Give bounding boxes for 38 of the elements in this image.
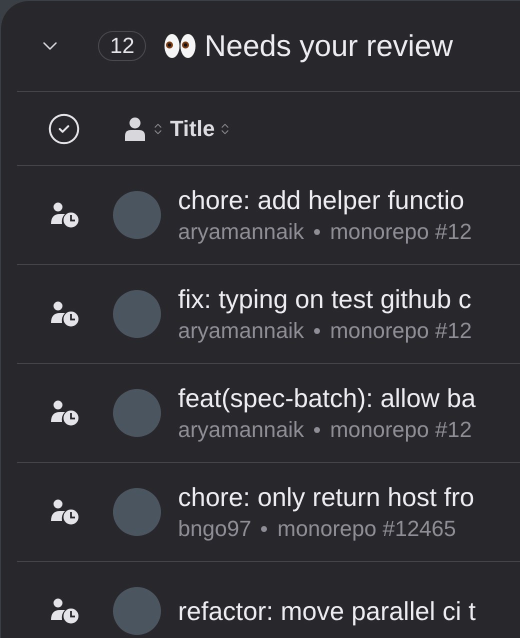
person-clock-icon — [51, 202, 79, 228]
person-clock-icon — [51, 301, 79, 327]
author-name: aryamannaik — [178, 317, 304, 345]
person-icon[interactable] — [125, 116, 145, 140]
bullet-icon — [261, 526, 268, 532]
repository-reference: monorepo #12 — [330, 416, 472, 444]
pull-request-row[interactable]: refactor: move parallel ci t — [1, 562, 520, 638]
count-badge: 12 — [98, 31, 146, 61]
person-clock-icon — [51, 598, 79, 624]
pull-request-title: fix: typing on test github c — [178, 283, 472, 316]
author-name: bngo97 — [178, 515, 252, 543]
column-header[interactable]: Title — [170, 112, 215, 145]
repository-reference: monorepo #12465 — [277, 515, 456, 543]
pull-request-row[interactable]: feat(spec-batch): allow ba aryamannaik monorepo #12 — [1, 364, 520, 462]
pull-request-title: chore: only return host fro — [178, 481, 474, 514]
pull-request-title: chore: add helper functio — [178, 184, 466, 217]
avatar — [113, 488, 161, 536]
bullet-icon — [314, 427, 320, 433]
avatar — [113, 290, 161, 338]
bullet-icon — [314, 229, 320, 235]
person-clock-icon — [51, 499, 79, 525]
person-clock-icon — [51, 400, 79, 426]
author-name: aryamannaik — [178, 416, 304, 444]
avatar — [113, 587, 161, 635]
pull-request-title: refactor: move parallel ci t — [178, 595, 476, 628]
avatar — [113, 191, 161, 239]
pull-request-title: feat(spec-batch): allow ba — [178, 382, 476, 415]
bullet-icon — [314, 328, 320, 334]
pull-request-row[interactable]: fix: typing on test github c aryamannaik monorepo #12 — [1, 265, 520, 363]
avatar — [113, 389, 161, 437]
section-title: Needs your review — [204, 28, 453, 64]
eyes-icon — [164, 33, 196, 59]
pull-request-row[interactable]: chore: add helper functio aryamannaik monorepo #12 — [1, 166, 520, 264]
repository-reference: monorepo #12 — [330, 317, 472, 345]
pull-request-row[interactable]: chore: only return host fro bngo97 monorepo #12465 — [1, 463, 520, 561]
author-name: aryamannaik — [178, 218, 304, 246]
repository-reference: monorepo #12 — [330, 218, 472, 246]
select-all-icon[interactable] — [47, 112, 81, 146]
